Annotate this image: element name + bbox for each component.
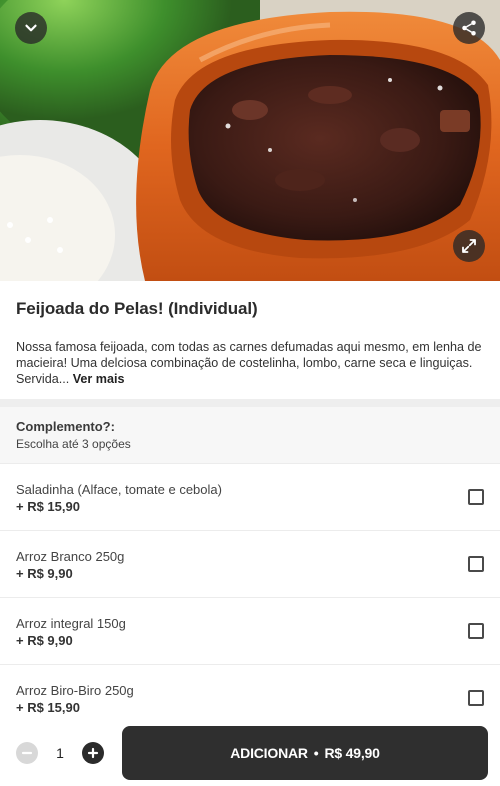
share-button[interactable]	[453, 12, 485, 44]
option-price: + R$ 9,90	[16, 566, 73, 581]
feijoada-photo	[0, 0, 500, 281]
plus-icon	[87, 747, 99, 759]
option-checkbox[interactable]	[468, 623, 484, 639]
option-row[interactable]: Arroz Branco 250g + R$ 9,90	[0, 531, 500, 598]
option-name: Saladinha (Alface, tomate e cebola)	[16, 482, 222, 497]
option-checkbox[interactable]	[468, 556, 484, 572]
complement-group-header: Complemento?: Escolha até 3 opções	[0, 407, 500, 464]
see-more-link[interactable]: Ver mais	[73, 372, 125, 386]
complement-options: Saladinha (Alface, tomate e cebola) + R$…	[0, 464, 500, 732]
option-checkbox[interactable]	[468, 690, 484, 706]
add-button-label: ADICIONAR	[230, 745, 308, 761]
option-checkbox[interactable]	[468, 489, 484, 505]
expand-icon	[462, 239, 476, 253]
product-info: Feijoada do Pelas! (Individual) Nossa fa…	[0, 281, 500, 397]
option-price: + R$ 9,90	[16, 633, 73, 648]
product-description: Nossa famosa feijoada, com todas as carn…	[16, 339, 484, 387]
option-price: + R$ 15,90	[16, 499, 80, 514]
collapse-button[interactable]	[15, 12, 47, 44]
group-title: Complemento?:	[16, 419, 115, 434]
decrease-quantity-button[interactable]	[16, 742, 38, 764]
bottom-action-bar: 1 ADICIONAR • R$ 49,90	[0, 712, 500, 786]
quantity-value: 1	[56, 745, 64, 761]
minus-icon	[21, 751, 33, 755]
option-row[interactable]: Arroz integral 150g + R$ 9,90	[0, 598, 500, 665]
quantity-stepper: 1	[16, 742, 104, 764]
option-name: Arroz Branco 250g	[16, 549, 125, 564]
product-photo	[0, 0, 500, 281]
chevron-down-icon	[25, 24, 37, 32]
section-divider	[0, 399, 500, 407]
expand-image-button[interactable]	[453, 230, 485, 262]
product-title: Feijoada do Pelas! (Individual)	[16, 299, 258, 318]
add-button-total: R$ 49,90	[324, 745, 380, 761]
option-name: Arroz integral 150g	[16, 616, 126, 631]
group-subtitle: Escolha até 3 opções	[16, 437, 131, 451]
add-to-cart-button[interactable]: ADICIONAR • R$ 49,90	[122, 726, 488, 780]
increase-quantity-button[interactable]	[82, 742, 104, 764]
share-icon	[462, 20, 476, 36]
option-row[interactable]: Saladinha (Alface, tomate e cebola) + R$…	[0, 464, 500, 531]
add-button-separator: •	[313, 745, 319, 761]
option-name: Arroz Biro-Biro 250g	[16, 683, 134, 698]
